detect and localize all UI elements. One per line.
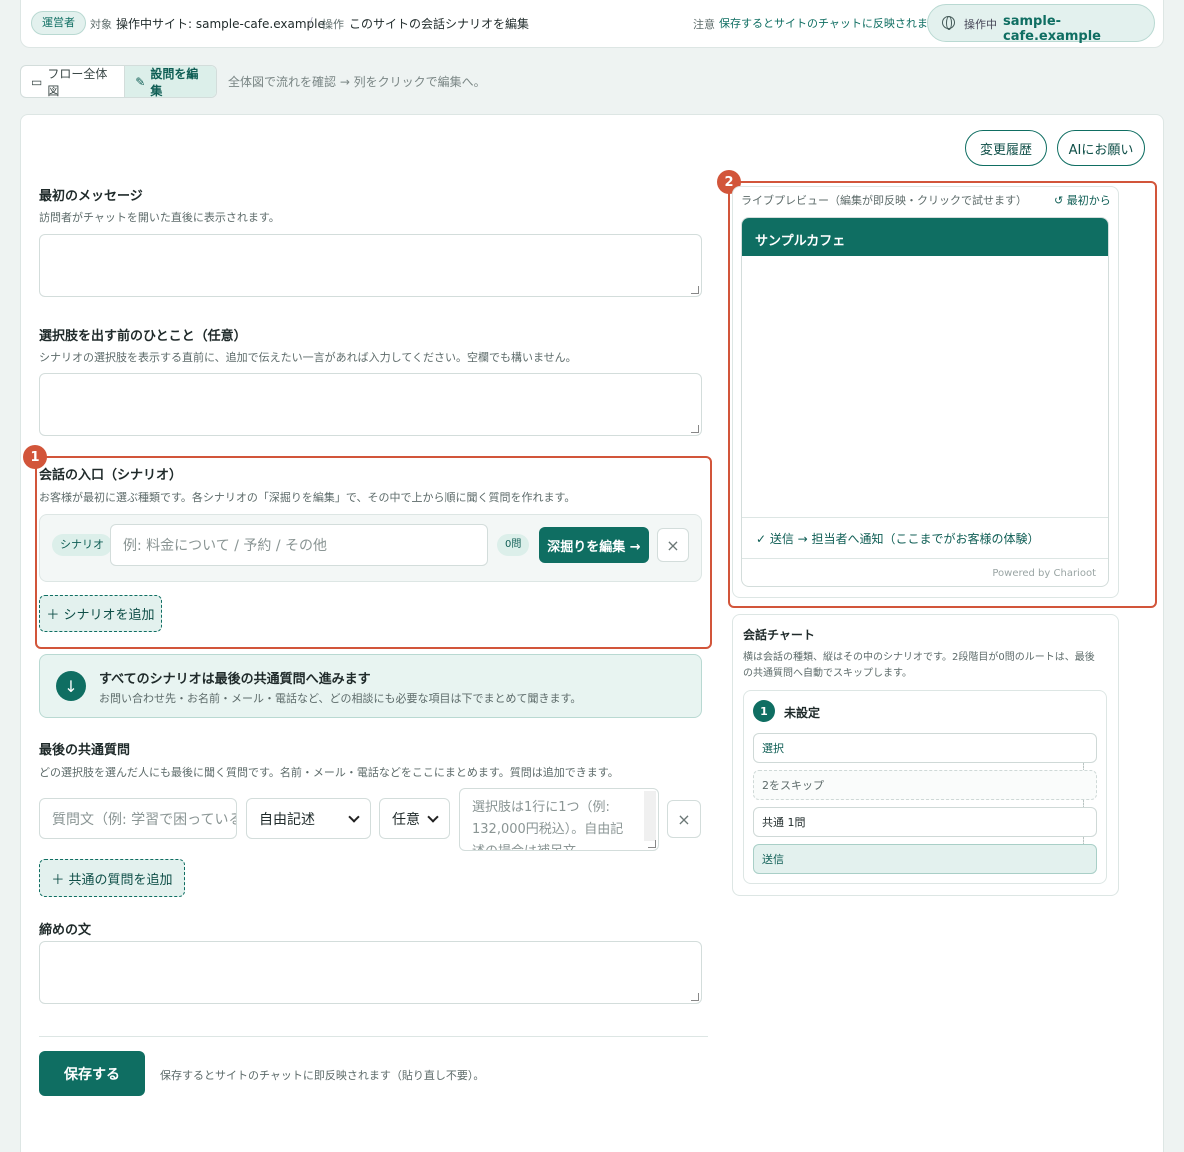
edit-deep-dive-button[interactable]: 深掘りを編集 → [539, 527, 649, 563]
scenarios-help: お客様が最初に選ぶ種類です。各シナリオの「深掘りを編集」で、その中で上から順に聞… [39, 491, 576, 504]
restart-link[interactable]: ↺ 最初から [1054, 192, 1111, 208]
active-site-chip[interactable]: 操作中 sample-cafe.example [927, 4, 1155, 44]
scenario-tag: シナリオ [52, 534, 112, 556]
common-question-input[interactable]: 質問文（例: 学習で困っている; [39, 798, 237, 839]
chart-help: 横は会話の種類、縦はその中のシナリオです。2段階目が0問のルートは、最後の共通質… [743, 652, 1095, 679]
tab-hint: 全体図で流れを確認 → 列をクリックで編集へ。 [228, 75, 486, 89]
separator: / [309, 15, 313, 28]
chat-divider [742, 517, 1108, 518]
choices-placeholder: 選択肢は1行に1つ（例: 132,000円税込）。自由記述の場合は補足文 [472, 800, 624, 850]
tab-label: 設問を編集 [150, 66, 199, 98]
arrow-down-icon: ↓ [56, 671, 86, 701]
column-number-badge: 1 [753, 700, 775, 722]
chat-divider [742, 558, 1108, 559]
globe-icon [942, 16, 955, 30]
chat-footer-status: ✓ 送信 → 担当者へ通知（ここまでがお客様の体験） [756, 532, 1040, 546]
chart-node-send[interactable]: 送信 [753, 844, 1097, 874]
role-badge: 運営者 [31, 11, 86, 35]
closing-textarea[interactable] [39, 941, 702, 1004]
question-type-select[interactable]: 自由記述 [246, 798, 371, 839]
action-value: このサイトの会話シナリオを編集 [349, 17, 530, 31]
action-label: 操作 [322, 18, 344, 31]
tab-label: フロー全体図 [47, 66, 108, 98]
pre-choice-label: 選択肢を出す前のひとこと（任意） [39, 329, 247, 344]
common-questions-label: 最後の共通質問 [39, 743, 131, 758]
scenario-name-input[interactable]: 例: 料金について / 予約 / その他 [110, 524, 488, 566]
chart-node-common[interactable]: 共通 1問 [753, 807, 1097, 837]
save-note: 保存するとサイトのチャットに即反映されます（貼り直し不要）。 [160, 1069, 485, 1082]
textarea-scrollbar[interactable] [644, 791, 656, 841]
info-text: お問い合わせ先・お名前・メール・電話など、どの相談にも必要な項目は下でまとめて聞… [99, 692, 582, 705]
add-common-question-button[interactable]: ＋ 共通の質問を追加 [39, 859, 185, 897]
question-count-badge: 0問 [497, 534, 530, 556]
chart-node-select[interactable]: 選択 [753, 733, 1097, 763]
scenarios-label: 会話の入口（シナリオ） [39, 468, 183, 483]
required-select[interactable]: 任意 [379, 798, 450, 839]
chart-title: 会話チャート [743, 628, 815, 642]
save-button[interactable]: 保存する [39, 1051, 145, 1096]
remove-scenario-button[interactable]: × [657, 528, 689, 562]
site-chip-label: 操作中 [964, 18, 997, 31]
chart-node-skip: 2をスキップ [753, 770, 1097, 800]
chevron-down-icon [348, 810, 360, 823]
question-type-value: 自由記述 [259, 811, 315, 828]
common-flow-info: ↓ すべてのシナリオは最後の共通質問へ進みます お問い合わせ先・お名前・メール・… [39, 654, 702, 718]
pre-choice-help: シナリオの選択肢を表示する直前に、追加で伝えたい一言があれば入力してください。空… [39, 351, 577, 364]
divider [39, 1036, 708, 1037]
target-value: 操作中サイト: sample-cafe.example [116, 17, 325, 31]
chevron-down-icon [427, 810, 439, 823]
powered-by: Powered by Charioot [992, 568, 1096, 579]
first-message-label: 最初のメッセージ [39, 189, 143, 204]
tab-edit-questions[interactable]: ✎ 設問を編集 [124, 66, 216, 97]
required-value: 任意 [392, 811, 420, 828]
notice-value: 保存するとサイトのチャットに反映されます [719, 17, 939, 30]
map-icon: ▭ [31, 74, 43, 89]
chat-header-title: サンプルカフェ [742, 218, 1108, 256]
remove-common-question-button[interactable]: × [667, 800, 701, 838]
chat-widget-preview: サンプルカフェ ✓ 送信 → 担当者へ通知（ここまでがお客様の体験） Power… [741, 217, 1109, 587]
history-button[interactable]: 変更履歴 [965, 130, 1047, 166]
first-message-textarea[interactable] [39, 234, 702, 297]
pre-choice-textarea[interactable] [39, 373, 702, 436]
pencil-icon: ✎ [135, 74, 146, 89]
top-context-bar: 運営者 対象 操作中サイト: sample-cafe.example / 操作 … [20, 0, 1164, 48]
ai-request-button[interactable]: AIにお願い [1057, 130, 1145, 166]
common-questions-help: どの選択肢を選んだ人にも最後に聞く質問です。名前・メール・電話などをここにまとめ… [39, 766, 619, 779]
site-chip-value: sample-cafe.example [1003, 14, 1101, 44]
add-scenario-button[interactable]: ＋ シナリオを追加 [39, 595, 162, 632]
preview-title: ライブプレビュー（編集が即反映・クリックで試せます） [741, 194, 1027, 207]
first-message-help: 訪問者がチャットを開いた直後に表示されます。 [39, 211, 280, 224]
notice-label: 注意 [693, 18, 715, 31]
column-title: 未設定 [784, 706, 821, 720]
target-label: 対象 [90, 18, 112, 31]
info-title: すべてのシナリオは最後の共通質問へ進みます [99, 672, 371, 687]
view-tabs: ▭ フロー全体図 ✎ 設問を編集 [20, 65, 217, 98]
choices-textarea[interactable]: 選択肢は1行に1つ（例: 132,000円税込）。自由記述の場合は補足文 [459, 788, 659, 851]
closing-label: 締めの文 [39, 923, 92, 938]
tab-flow-overview[interactable]: ▭ フロー全体図 [21, 66, 124, 98]
